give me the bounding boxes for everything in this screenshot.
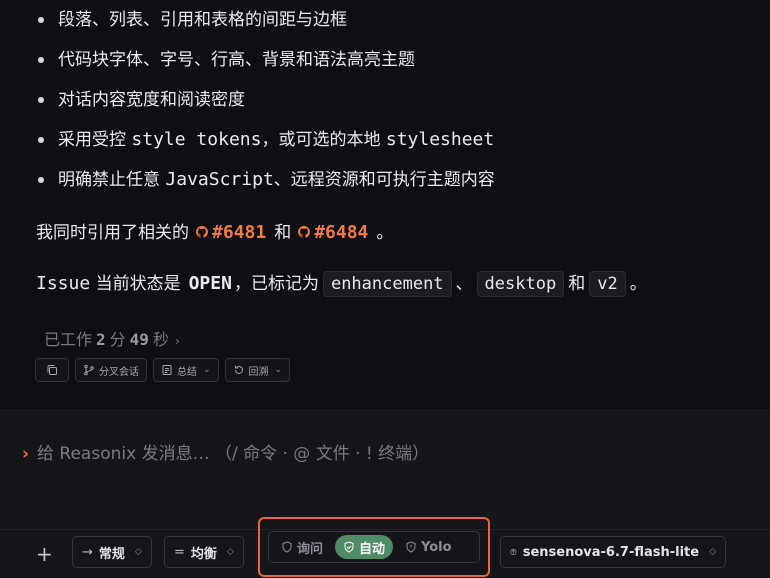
rewind-icon — [234, 365, 243, 374]
chevron-down-icon: ⌄ — [274, 365, 283, 375]
composer: › 给 Reasonix 发消息… （/ 命令 · @ 文件 · ! 终端） + … — [0, 410, 770, 578]
issue-link-6484[interactable]: #6484 — [297, 222, 368, 243]
mode-auto-button[interactable]: 自动 — [335, 535, 394, 559]
github-icon — [298, 225, 311, 238]
model-icon — [510, 548, 517, 556]
work-duration-toggle[interactable]: 已工作 2 分 49 秒 › — [44, 326, 180, 350]
list-item: 代码块字体、字号、行高、背景和语法高亮主题 — [36, 46, 495, 86]
fork-session-button[interactable]: 分叉会话 — [75, 358, 147, 382]
chevron-updown-icon: ◇ — [226, 547, 234, 557]
message-input[interactable]: › 给 Reasonix 发消息… （/ 命令 · @ 文件 · ! 终端） — [22, 439, 429, 464]
label-tag: v2 — [589, 271, 626, 297]
list-item: 采用受控 style tokens，或可选的本地 stylesheet — [36, 126, 495, 166]
inline-code: stylesheet — [385, 129, 495, 150]
equals-icon: = — [174, 544, 185, 560]
chevron-updown-icon: ◇ — [709, 547, 716, 557]
message-actions: 分叉会话 总结 ⌄ 回溯 ⌄ — [35, 358, 291, 382]
add-attachment-button[interactable]: + — [36, 542, 53, 566]
summary-button[interactable]: 总结 ⌄ — [153, 358, 219, 382]
inline-code: JavaScript — [165, 169, 274, 190]
inline-code: style tokens — [131, 129, 262, 150]
shield-alert-icon — [406, 541, 416, 553]
mode-yolo-button[interactable]: Yolo — [397, 535, 460, 559]
label-tag: desktop — [476, 271, 565, 297]
label-tag: enhancement — [322, 271, 452, 297]
prompt-arrow-icon: › — [22, 444, 30, 464]
chat-transcript: 段落、列表、引用和表格的间距与边框 代码块字体、字号、行高、背景和语法高亮主题 … — [0, 0, 770, 410]
chevron-updown-icon: ◇ — [134, 547, 142, 557]
issue-link-6481[interactable]: #6481 — [195, 222, 266, 243]
branch-icon — [84, 364, 94, 376]
style-select[interactable]: → 常规 ◇ — [72, 536, 152, 568]
approval-mode-switch: 询问 自动 Yolo — [268, 531, 480, 563]
approval-mode-highlight: 询问 自动 Yolo — [258, 517, 490, 577]
copy-button[interactable] — [35, 358, 69, 382]
shield-icon — [282, 541, 292, 553]
shield-check-icon — [344, 541, 354, 553]
list-item: 对话内容宽度和阅读密度 — [36, 86, 495, 126]
document-icon — [162, 365, 172, 375]
list-item: 明确禁止任意 JavaScript、远程资源和可执行主题内容 — [36, 166, 495, 206]
rewind-button[interactable]: 回溯 ⌄ — [224, 358, 291, 382]
mode-ask-button[interactable]: 询问 — [273, 535, 331, 559]
chevron-right-icon: › — [174, 334, 180, 348]
model-select[interactable]: sensenova-6.7-flash-lite ◇ — [500, 536, 726, 568]
github-icon — [195, 225, 209, 238]
list-item: 段落、列表、引用和表格的间距与边框 — [36, 6, 495, 46]
arrow-right-icon: → — [82, 544, 93, 560]
references-paragraph: 我同时引用了相关的 #6481 和 #6484。 — [36, 222, 394, 243]
issue-state: OPEN — [188, 273, 232, 294]
balance-select[interactable]: = 均衡 ◇ — [164, 536, 244, 568]
bullet-list: 段落、列表、引用和表格的间距与边框 代码块字体、字号、行高、背景和语法高亮主题 … — [36, 6, 495, 206]
issue-status-paragraph: Issue 当前状态是 OPEN ，已标记为 enhancement、 desktop 和… — [36, 270, 647, 298]
chevron-down-icon: ⌄ — [203, 365, 211, 375]
copy-icon — [47, 365, 57, 375]
